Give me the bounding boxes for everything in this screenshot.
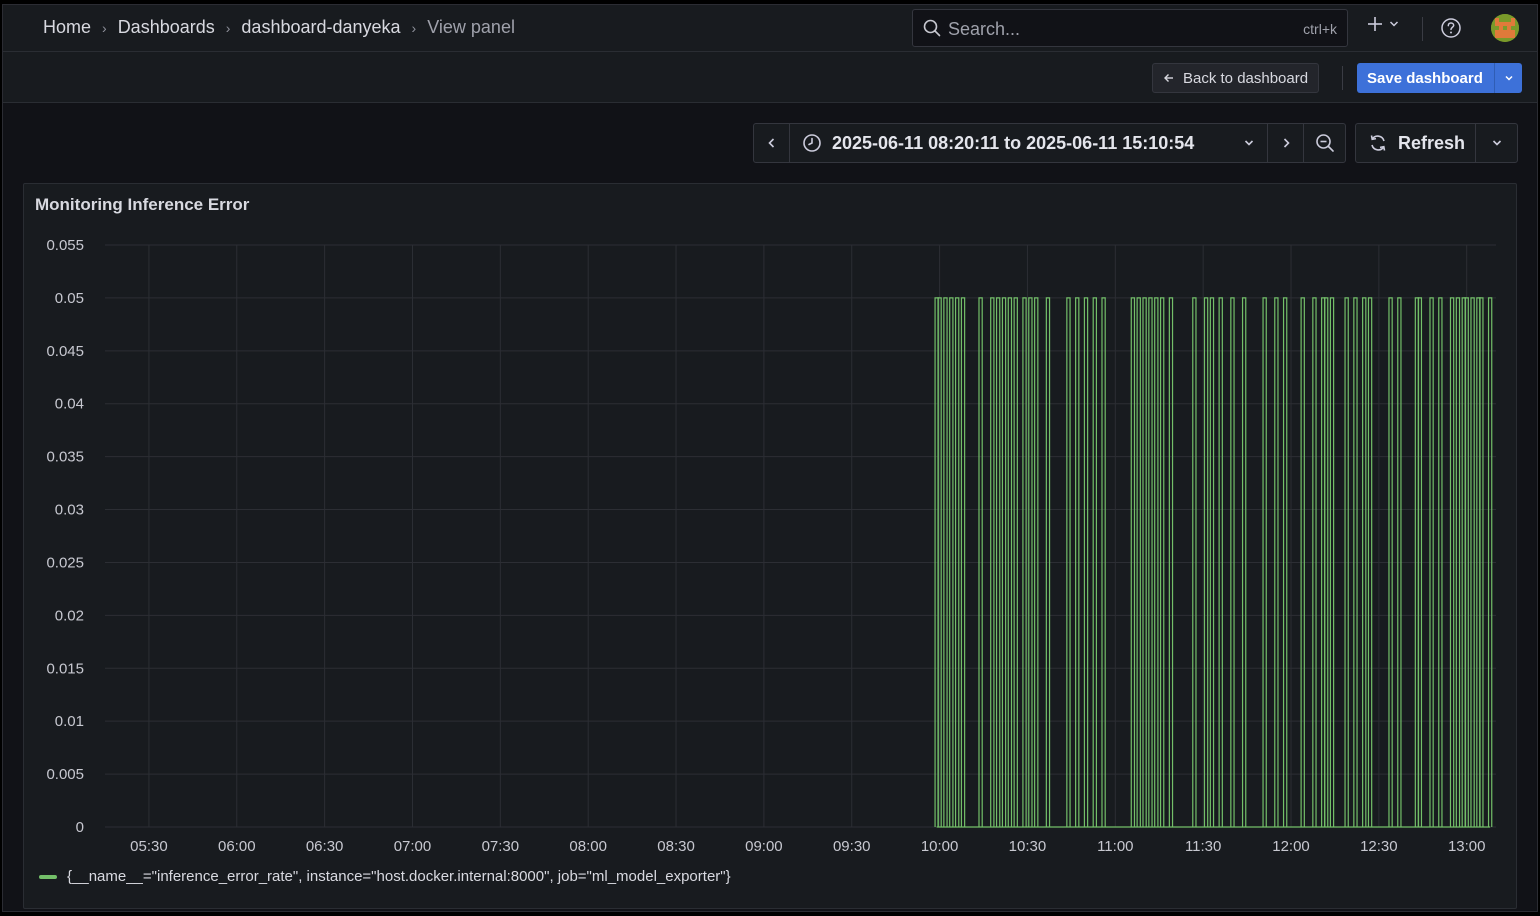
x-tick-label: 13:00 [1448, 838, 1486, 855]
x-tick-label: 12:00 [1272, 838, 1310, 855]
breadcrumb-home[interactable]: Home [43, 17, 91, 38]
y-tick-label: 0.045 [46, 343, 84, 360]
time-shift-back-button[interactable] [754, 124, 790, 162]
avatar[interactable] [1491, 14, 1519, 42]
x-tick-label: 05:30 [130, 838, 168, 855]
timeseries-panel: Monitoring Inference Error 0 0.005 0.01 0.0… [23, 183, 1517, 909]
refresh-interval-button[interactable] [1476, 138, 1517, 148]
chevron-right-icon [1283, 138, 1290, 148]
y-tick-label: 0.03 [55, 502, 84, 519]
x-tick-label: 10:30 [1009, 838, 1047, 855]
back-to-dashboard-label: Back to dashboard [1183, 69, 1309, 87]
panel-toolbar: Back to dashboard Save dashboard [3, 52, 1537, 103]
y-tick-label: 0.04 [55, 396, 84, 413]
search-shortcut: ctrl+k [1303, 21, 1337, 37]
timeseries-chart[interactable]: 0 0.005 0.01 0.015 0.02 0.025 0.03 0.035 0.04 0.0… [24, 184, 1516, 908]
refresh-picker: Refresh [1355, 123, 1518, 163]
plus-icon [1368, 17, 1382, 31]
breadcrumb: Home › Dashboards › dashboard-danyeka › … [43, 17, 515, 38]
refresh-button[interactable]: Refresh [1356, 124, 1476, 162]
divider [1342, 66, 1343, 90]
x-tick-label: 08:30 [657, 838, 695, 855]
y-tick-label: 0.025 [46, 554, 84, 571]
search-placeholder: Search... [948, 19, 1021, 39]
new-menu-button[interactable] [1367, 16, 1399, 32]
y-tick-label: 0.035 [46, 449, 84, 466]
breadcrumb-current: View panel [427, 17, 515, 37]
chevron-right-icon: › [411, 19, 417, 36]
zoom-out-button[interactable] [1304, 124, 1345, 162]
x-tick-label: 06:00 [218, 838, 256, 855]
y-tick-label: 0.005 [46, 766, 84, 783]
x-tick-label: 11:00 [1097, 838, 1133, 855]
time-range-button[interactable]: 2025-06-11 08:20:11 to 2025-06-11 15:10:… [790, 124, 1268, 162]
app-window: Home › Dashboards › dashboard-danyeka › … [2, 4, 1538, 912]
x-tick-label: 07:00 [394, 838, 432, 855]
chevron-right-icon: › [225, 19, 231, 36]
help-icon[interactable] [1440, 17, 1462, 39]
search-icon [923, 19, 941, 37]
y-tick-label: 0 [76, 819, 84, 836]
time-range-label: 2025-06-11 08:20:11 to 2025-06-11 15:10:… [832, 132, 1195, 153]
x-tick-label: 08:00 [569, 838, 607, 855]
save-dashboard-button[interactable]: Save dashboard [1357, 63, 1522, 93]
arrow-left-icon [1164, 74, 1173, 82]
x-tick-label: 10:00 [921, 838, 959, 855]
x-tick-label: 11:30 [1185, 838, 1221, 855]
x-tick-label: 12:30 [1360, 838, 1398, 855]
legend-swatch [39, 874, 57, 879]
clock-icon [803, 134, 821, 152]
x-tick-label: 07:30 [482, 838, 520, 855]
breadcrumb-dashboards[interactable]: Dashboards [118, 17, 215, 38]
legend-label[interactable]: {__name__="inference_error_rate", instan… [67, 868, 731, 885]
y-tick-label: 0.015 [46, 660, 84, 677]
chevron-right-icon: › [102, 19, 107, 36]
y-tick-label: 0.02 [55, 607, 84, 624]
chevron-down-icon [1389, 21, 1399, 27]
x-tick-label: 06:30 [306, 838, 344, 855]
chevron-left-icon [767, 138, 774, 148]
zoom-out-icon [1315, 134, 1334, 152]
y-tick-label: 0.05 [55, 290, 84, 307]
save-options-button[interactable] [1494, 63, 1522, 93]
x-tick-label: 09:30 [833, 838, 871, 855]
y-tick-label: 0.055 [46, 237, 84, 254]
chevron-down-icon [1492, 140, 1501, 146]
breadcrumb-dashboard[interactable]: dashboard-danyeka [241, 17, 400, 38]
y-tick-label: 0.01 [55, 713, 84, 730]
refresh-icon [1370, 135, 1386, 151]
search-input[interactable]: Search... ctrl+k [912, 9, 1348, 47]
divider [1422, 17, 1423, 41]
refresh-label: Refresh [1398, 132, 1466, 153]
save-dashboard-label: Save dashboard [1367, 69, 1483, 87]
chevron-down-icon [1505, 75, 1513, 81]
legend: {__name__="inference_error_rate", instan… [39, 868, 731, 885]
time-shift-forward-button[interactable] [1268, 124, 1304, 162]
chevron-down-icon [1244, 140, 1254, 146]
back-to-dashboard-button[interactable]: Back to dashboard [1152, 63, 1320, 93]
time-range-picker: 2025-06-11 08:20:11 to 2025-06-11 15:10:… [753, 123, 1346, 163]
top-nav: Home › Dashboards › dashboard-danyeka › … [3, 5, 1537, 52]
x-tick-label: 09:00 [745, 838, 783, 855]
